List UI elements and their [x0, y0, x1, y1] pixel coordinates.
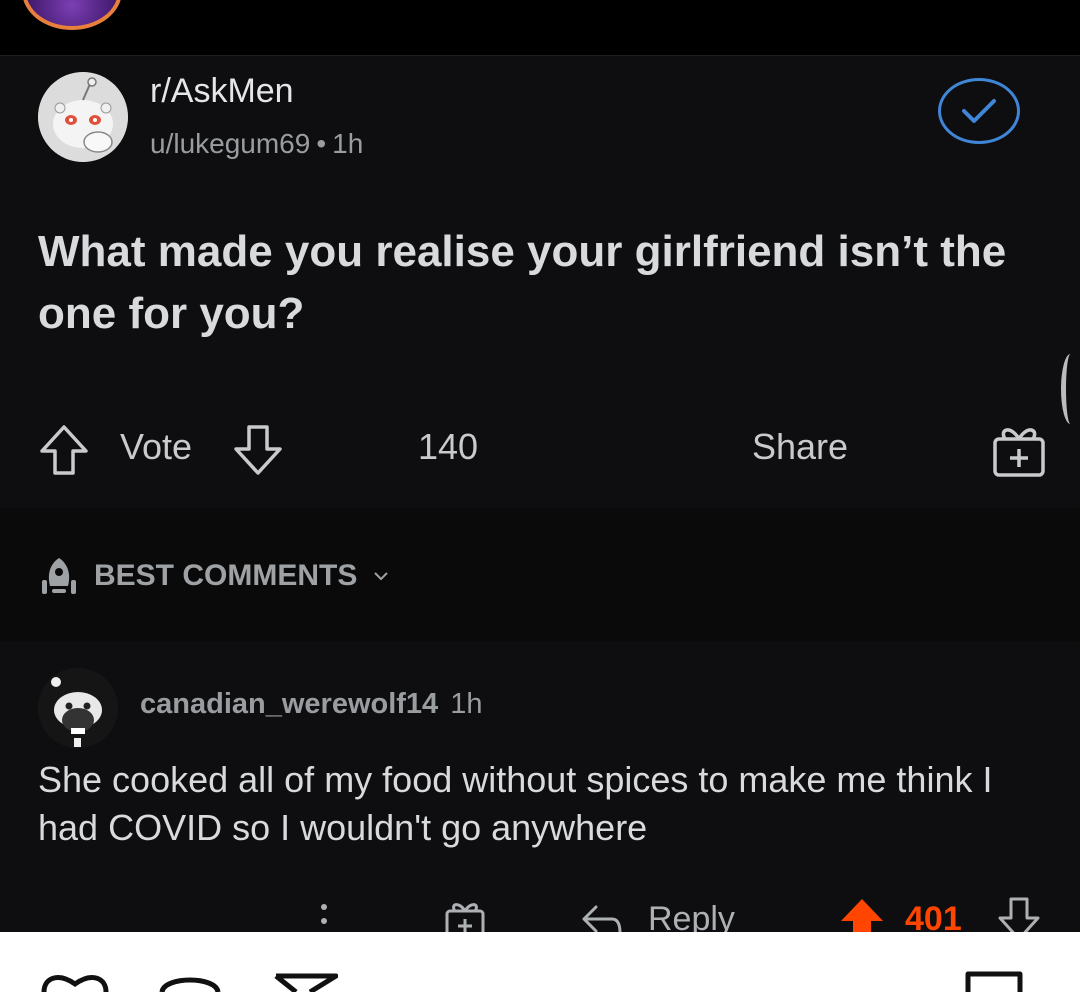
comment-bubble-icon[interactable]: [158, 970, 222, 992]
vertical-dots-icon: [321, 904, 327, 924]
post-age: 1h: [332, 128, 364, 159]
chevron-down-icon: [374, 572, 389, 581]
more-options-button[interactable]: [312, 898, 336, 932]
werewolf-avatar-icon: [38, 668, 118, 748]
post-title[interactable]: What made you realise your girlfriend is…: [38, 221, 1038, 345]
arrow-up-outline-icon: [40, 425, 88, 475]
comment-sort-dropdown[interactable]: BEST COMMENTS: [38, 556, 389, 596]
comment-username[interactable]: canadian_werewolf14: [140, 688, 438, 720]
checkmark-icon: [962, 99, 996, 123]
comment-count[interactable]: 140: [418, 426, 478, 468]
bookmark-icon[interactable]: [964, 970, 1024, 992]
reply-label[interactable]: Reply: [648, 900, 735, 932]
comment-body: She cooked all of my food without spices…: [38, 759, 993, 848]
comment-award-button[interactable]: [442, 896, 488, 932]
share-button[interactable]: Share: [752, 426, 848, 468]
joined-button[interactable]: [938, 78, 1020, 144]
comment-score: 401: [905, 900, 962, 932]
comment-action-bar: Reply 401: [0, 896, 1080, 932]
reply-button[interactable]: [578, 900, 626, 932]
award-button[interactable]: [988, 418, 1050, 480]
send-icon[interactable]: [274, 972, 338, 992]
subreddit-name[interactable]: r/AskMen: [150, 72, 294, 111]
reddit-screenshot: r/AskMen u/lukegum69 • 1h What made you re…: [0, 56, 1080, 932]
comment-author: canadian_werewolf14 1h: [140, 688, 482, 721]
snoo-avatar-icon: [38, 72, 128, 162]
post-card: r/AskMen u/lukegum69 • 1h What made you re…: [0, 56, 1080, 508]
arrow-down-outline-icon: [234, 425, 282, 475]
commenter-avatar[interactable]: [38, 668, 118, 748]
vote-label: Vote: [120, 426, 193, 467]
subreddit-avatar[interactable]: [38, 72, 128, 162]
comment-upvote-button[interactable]: [838, 896, 886, 932]
arrow-up-filled-icon: [841, 899, 883, 932]
upvote-button[interactable]: [38, 424, 90, 476]
heart-icon[interactable]: [40, 970, 110, 992]
gift-icon: [993, 428, 1045, 477]
comment-age: 1h: [450, 688, 483, 720]
sort-label: BEST COMMENTS: [94, 559, 358, 592]
meta-separator: •: [316, 128, 327, 159]
instagram-story-strip: [0, 0, 1080, 56]
story-avatar[interactable]: [22, 0, 122, 30]
post-meta: u/lukegum69 • 1h: [150, 128, 363, 160]
post-author[interactable]: u/lukegum69: [150, 128, 310, 159]
reply-arrow-icon: [582, 905, 622, 932]
edge-scroll-indicator: [1061, 354, 1080, 424]
arrow-down-outline-icon: [998, 897, 1040, 932]
gift-icon: [445, 903, 485, 932]
post-action-bar: Vote 140 Share: [0, 416, 1080, 486]
downvote-button[interactable]: [232, 424, 284, 476]
comment-downvote-button[interactable]: [996, 896, 1042, 932]
instagram-action-bar: [0, 932, 1080, 992]
rocket-icon: [42, 558, 76, 594]
